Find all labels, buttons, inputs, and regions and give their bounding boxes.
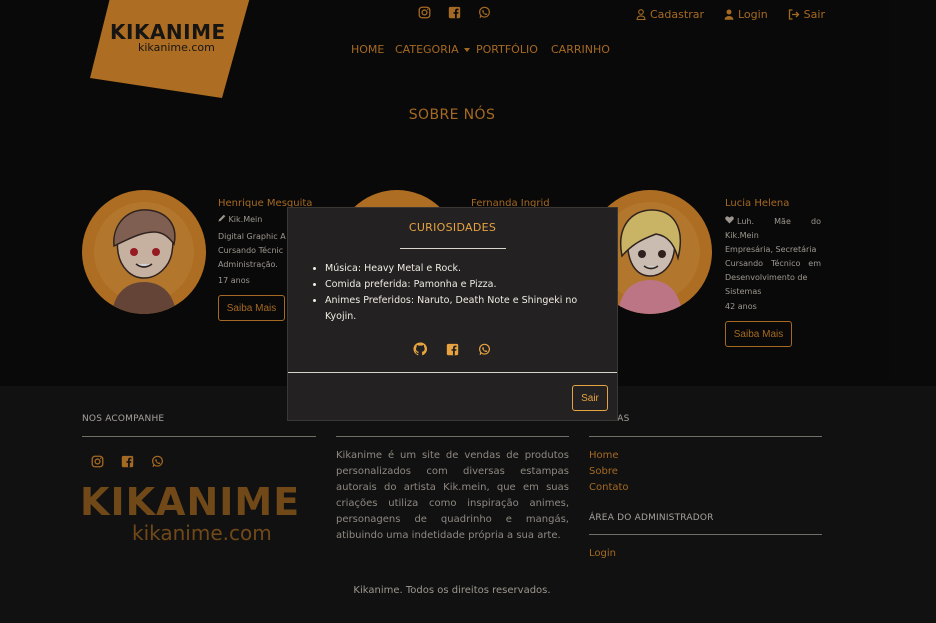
modal-close-button[interactable]: Sair [572, 385, 608, 411]
item-label: Música: [325, 263, 362, 274]
item-value: Pamonha e Pizza. [410, 279, 497, 290]
whatsapp-icon[interactable] [478, 342, 491, 356]
page: KIKANIME kikanime.com Cadastrar Login Sa… [0, 0, 936, 623]
curiosities-list: Música: Heavy Metal e Rock. Comida prefe… [325, 261, 585, 325]
modal-social [413, 342, 491, 356]
list-item: Animes Preferidos: Naruto, Death Note e … [325, 293, 585, 325]
list-item: Comida preferida: Pamonha e Pizza. [325, 277, 585, 293]
facebook-icon[interactable] [446, 342, 459, 356]
github-icon[interactable] [413, 342, 427, 356]
curiosidades-modal: CURIOSIDADES Música: Heavy Metal e Rock.… [287, 207, 618, 421]
modal-title-underline [400, 248, 506, 249]
item-label: Animes Preferidos: [325, 295, 415, 306]
list-item: Música: Heavy Metal e Rock. [325, 261, 585, 277]
modal-title: CURIOSIDADES [408, 221, 497, 234]
modal-footer-divider [288, 372, 617, 373]
item-label: Comida preferida: [325, 279, 411, 290]
item-value: Heavy Metal e Rock. [361, 263, 461, 274]
